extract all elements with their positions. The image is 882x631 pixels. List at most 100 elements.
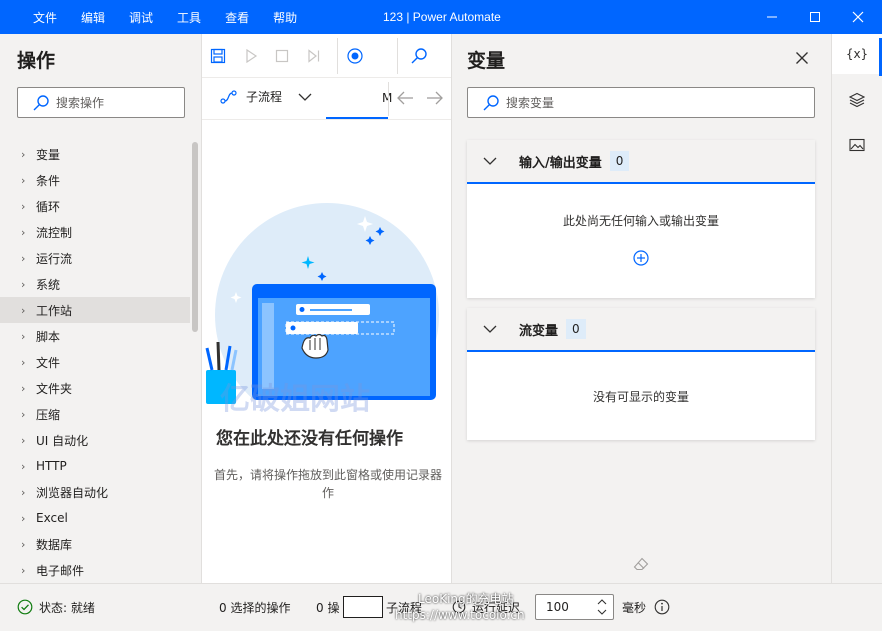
search-icon	[483, 94, 499, 110]
run-next-action-button[interactable]	[303, 45, 325, 67]
close-icon	[796, 52, 808, 64]
subflow-dropdown[interactable]: 子流程	[220, 88, 312, 105]
record-icon	[347, 48, 363, 64]
ui-elements-pane-button[interactable]	[832, 80, 882, 120]
search-variables-input[interactable]: 搜索变量	[467, 87, 815, 118]
category-email[interactable]: › 电子邮件	[0, 557, 190, 583]
chevron-right-icon: ›	[21, 381, 26, 395]
maximize-button[interactable]	[795, 0, 835, 34]
category-flow-control[interactable]: › 流控制	[0, 219, 190, 245]
tab-scroll-right-button[interactable]	[426, 90, 444, 109]
category-compression[interactable]: › 压缩	[0, 401, 190, 427]
io-variables-body: 此处尚无任何输入或输出变量	[467, 184, 815, 267]
maximize-icon	[810, 12, 820, 22]
category-label: HTTP	[36, 459, 67, 473]
category-variables[interactable]: › 变量	[0, 141, 190, 167]
menu-edit[interactable]: 编辑	[81, 9, 105, 26]
variables-panel: 变量 搜索变量 输入/输出变量 0 此处尚无任何输入或输出变量 流变量 0 没有…	[452, 34, 831, 583]
category-label: 数据库	[36, 537, 73, 552]
search-actions-input[interactable]: 搜索操作	[17, 87, 185, 118]
chevron-right-icon: ›	[21, 251, 26, 265]
flow-variables-body: 没有可显示的变量	[467, 352, 815, 405]
chevron-right-icon: ›	[21, 173, 26, 187]
toolbar-divider	[397, 38, 398, 74]
stop-button[interactable]	[271, 45, 293, 67]
category-scripting[interactable]: › 脚本	[0, 323, 190, 349]
category-run-flow[interactable]: › 运行流	[0, 245, 190, 271]
flow-variables-empty-text: 没有可显示的变量	[592, 390, 689, 404]
io-variables-section: 输入/输出变量 0 此处尚无任何输入或输出变量	[467, 140, 815, 298]
category-http[interactable]: › HTTP	[0, 453, 190, 479]
info-button[interactable]	[654, 584, 670, 630]
eraser-icon	[633, 557, 649, 571]
empty-state-description: 首先，请将操作拖放到此窗格或使用记录器 作	[213, 468, 442, 500]
selected-actions-count: 0 选择的操作	[219, 600, 291, 615]
category-system[interactable]: › 系统	[0, 271, 190, 297]
category-ui-automation[interactable]: › UI 自动化	[0, 427, 190, 453]
arrow-left-icon	[397, 91, 413, 105]
close-window-button[interactable]	[838, 0, 878, 34]
category-label: 条件	[36, 173, 61, 188]
minimize-button[interactable]	[752, 0, 792, 34]
io-variables-empty-text: 此处尚无任何输入或输出变量	[562, 214, 719, 228]
category-folder[interactable]: › 文件夹	[0, 375, 190, 401]
category-workstation[interactable]: › 工作站	[0, 297, 190, 323]
menu-tools[interactable]: 工具	[177, 9, 201, 26]
chevron-right-icon: ›	[21, 329, 26, 343]
subflow-label: 子流程	[246, 90, 283, 104]
category-label: 变量	[36, 147, 61, 162]
category-label: 浏览器自动化	[36, 485, 109, 500]
chevron-right-icon: ›	[21, 485, 26, 499]
chevron-right-icon: ›	[21, 407, 26, 421]
close-variables-panel-button[interactable]	[795, 51, 809, 68]
toolbar-divider	[337, 38, 338, 74]
tab-main[interactable]: M	[326, 78, 392, 119]
variables-icon: {x}	[845, 47, 869, 61]
run-delay-spinner[interactable]: 100	[535, 594, 614, 620]
io-variables-header[interactable]: 输入/输出变量 0	[467, 140, 815, 184]
info-icon	[654, 599, 670, 615]
category-browser-automation[interactable]: › 浏览器自动化	[0, 479, 190, 505]
category-file[interactable]: › 文件	[0, 349, 190, 375]
chevron-down-icon	[298, 93, 312, 101]
menu-bar: 文件 编辑 调试 工具 查看 帮助	[33, 0, 321, 34]
add-io-variable-icon[interactable]	[632, 249, 650, 267]
play-icon	[246, 49, 258, 63]
tab-scroll-left-button[interactable]	[396, 90, 414, 109]
category-label: 运行流	[36, 251, 73, 266]
variables-panel-title: 变量	[467, 50, 506, 72]
check-circle-icon	[17, 599, 33, 615]
category-loops[interactable]: › 循环	[0, 193, 190, 219]
search-flow-button[interactable]	[408, 45, 430, 67]
tabs-divider	[388, 82, 389, 116]
flow-variables-section: 流变量 0 没有可显示的变量	[467, 308, 815, 440]
window-title: 123 | Power Automate	[383, 10, 501, 24]
category-label: 文件夹	[36, 381, 73, 396]
overlay-box	[343, 596, 383, 618]
chevron-right-icon: ›	[21, 199, 26, 213]
chevron-down-icon	[483, 157, 497, 165]
menu-file[interactable]: 文件	[33, 9, 57, 26]
menu-view[interactable]: 查看	[225, 9, 249, 26]
save-button[interactable]	[207, 45, 229, 67]
category-label: 流控制	[36, 225, 73, 240]
status-text: 状态: 就绪	[39, 600, 95, 615]
io-variables-label: 输入/输出变量	[519, 155, 602, 171]
variables-pane-button[interactable]: {x}	[832, 34, 882, 74]
category-database[interactable]: › 数据库	[0, 531, 190, 557]
run-button[interactable]	[240, 45, 262, 67]
images-pane-button[interactable]	[832, 125, 882, 165]
category-conditions[interactable]: › 条件	[0, 167, 190, 193]
io-variables-count: 0	[609, 151, 630, 171]
menu-debug[interactable]: 调试	[129, 9, 153, 26]
recorder-button[interactable]	[344, 45, 366, 67]
actions-scrollbar[interactable]	[192, 142, 198, 332]
menu-help[interactable]: 帮助	[273, 9, 297, 26]
category-excel[interactable]: › Excel	[0, 505, 190, 531]
clear-button[interactable]	[633, 557, 649, 574]
chevron-right-icon: ›	[21, 433, 26, 447]
flow-variables-header[interactable]: 流变量 0	[467, 308, 815, 352]
minimize-icon	[767, 16, 777, 18]
spinner-arrows-icon[interactable]	[597, 598, 607, 616]
step-icon	[308, 49, 320, 63]
